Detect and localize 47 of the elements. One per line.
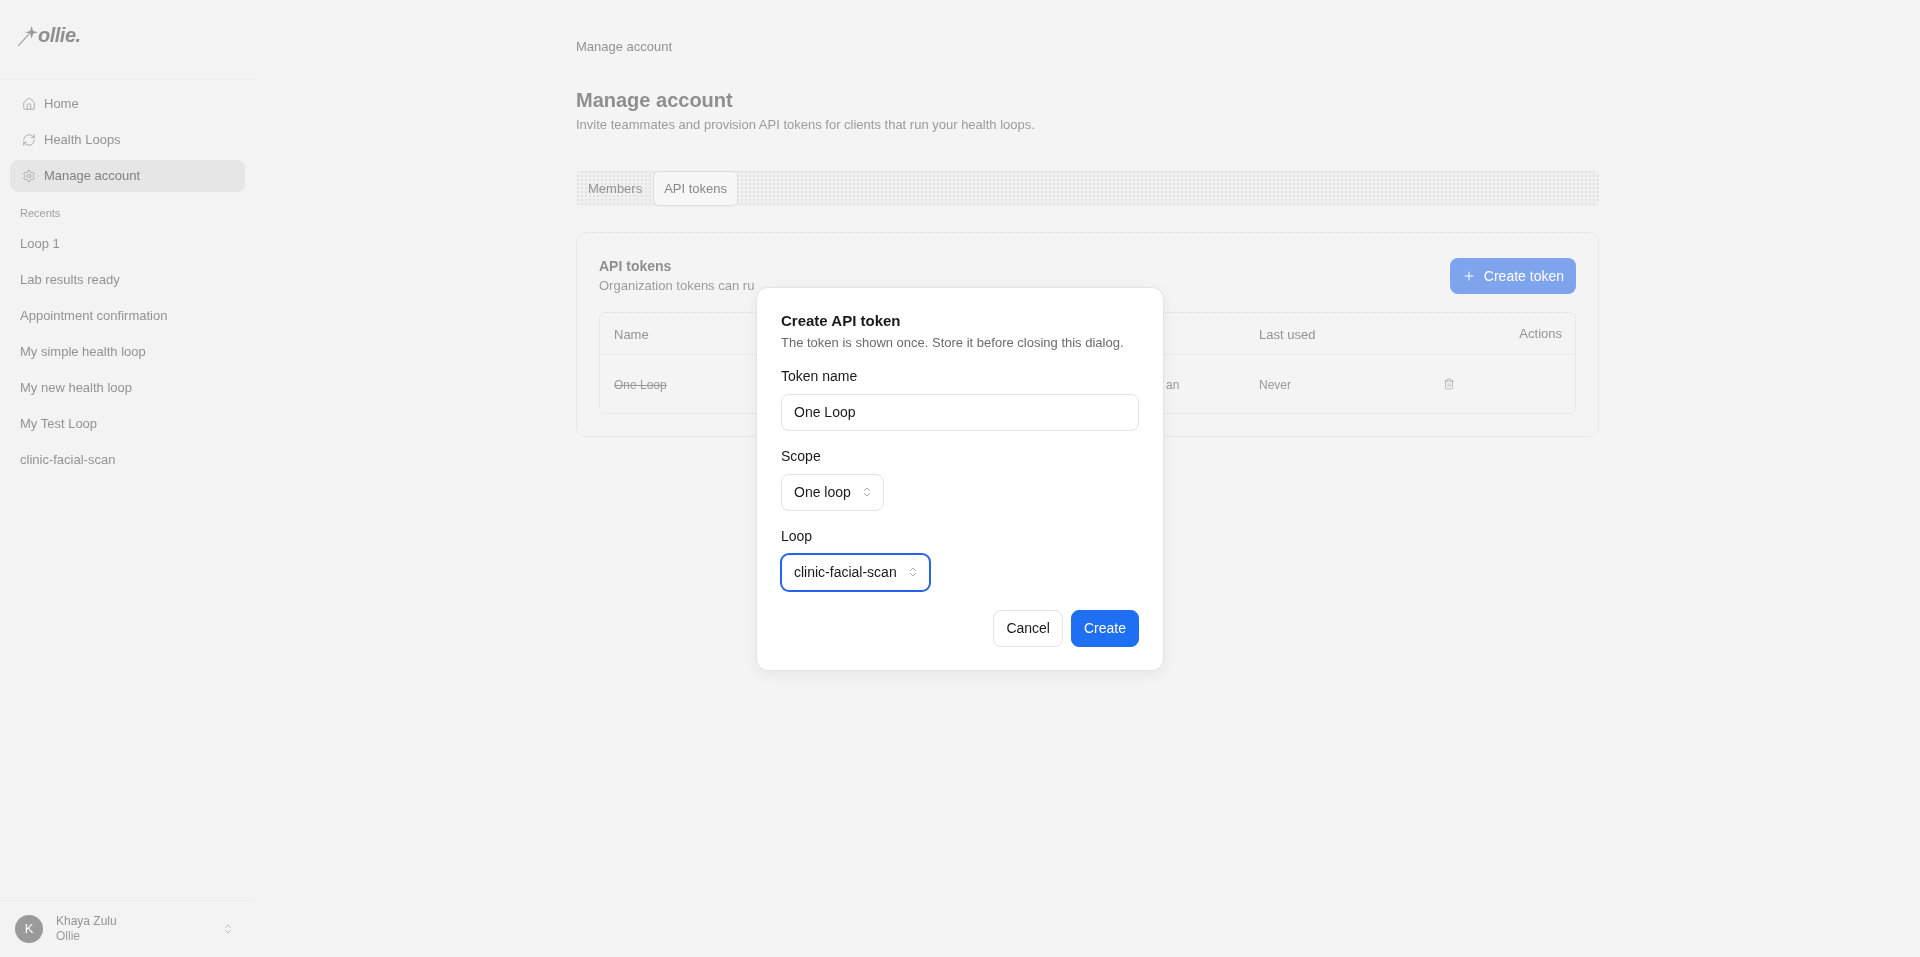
column-header: Actions — [1519, 324, 1562, 343]
table-cell: Never — [1259, 378, 1291, 392]
section-label: Recents — [19, 206, 62, 221]
dialog-title: Create API token — [781, 310, 902, 331]
trash-icon[interactable] — [1443, 378, 1455, 390]
field-label: Scope — [781, 446, 822, 466]
recent-item[interactable]: Loop 1 — [10, 228, 245, 260]
recent-item[interactable]: My Test Loop — [10, 408, 245, 440]
page-title: Manage account — [576, 88, 733, 113]
recent-item[interactable]: Lab results ready — [10, 264, 245, 296]
logo-wordmark: ollie. — [38, 24, 81, 46]
column-header: Last used — [1259, 326, 1316, 342]
table-cell: One Loop — [614, 378, 667, 392]
settings-icon — [22, 169, 36, 183]
recent-item[interactable]: My simple health loop — [10, 336, 245, 368]
create-token-button[interactable]: Create token — [1449, 258, 1576, 294]
column-header: Name — [614, 326, 649, 342]
avatar: K — [15, 915, 43, 943]
tab[interactable]: API tokens — [653, 171, 739, 206]
tab[interactable]: Members — [577, 171, 654, 206]
refresh-icon — [22, 133, 36, 147]
nav-item[interactable]: Health Loops — [10, 124, 245, 156]
user-menu[interactable]: K Khaya Zulu Ollie — [0, 900, 255, 957]
recent-item[interactable]: Appointment confirmation — [10, 300, 245, 332]
cancel-button[interactable]: Cancel — [993, 609, 1063, 647]
field-label: Token name — [781, 366, 859, 386]
home-icon — [22, 97, 36, 111]
select-field[interactable]: clinic-facial-scan — [781, 553, 930, 591]
organization-name: Ollie — [56, 929, 81, 944]
user-name: Khaya Zulu — [56, 914, 118, 929]
breadcrumb[interactable]: Manage account — [576, 37, 673, 57]
page-description: Invite teammates and provision API tokens for clients that run your health loops. — [576, 116, 1035, 134]
select-field[interactable]: One loop — [781, 473, 884, 511]
card-title: API tokens — [599, 257, 672, 276]
recent-item[interactable]: My new health loop — [10, 372, 245, 404]
recent-item[interactable]: clinic-facial-scan — [10, 444, 245, 476]
chevrons-up-down-icon — [222, 923, 234, 935]
table-cell: an — [1166, 378, 1180, 392]
text-input[interactable]: One Loop — [781, 393, 1139, 431]
shooting-star-icon — [18, 26, 38, 46]
nav-item[interactable]: Home — [10, 88, 245, 120]
nav-item[interactable]: Manage account — [10, 160, 245, 192]
plus-icon — [1461, 269, 1476, 283]
card-description: Organization tokens can ru — [599, 277, 755, 295]
create-button[interactable]: Create — [1070, 609, 1139, 647]
field-label: Loop — [781, 526, 814, 546]
dialog-description: The token is shown once. Store it before closing this dialog. — [781, 333, 1125, 352]
